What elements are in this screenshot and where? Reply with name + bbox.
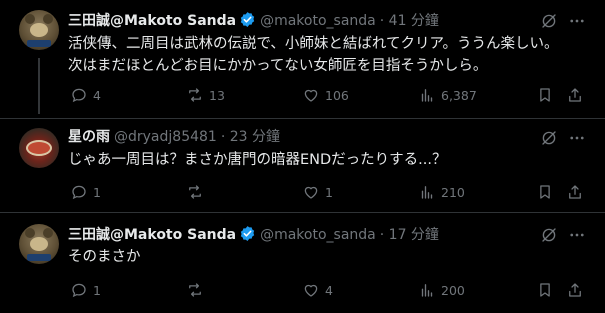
share-button[interactable]: [566, 182, 584, 202]
like-count: 106: [325, 87, 349, 103]
grok-icon[interactable]: [540, 129, 558, 147]
like-count: 1: [325, 184, 333, 200]
tweet-text: じゃあ一周目は？まさか唐門の暗器ENDだったりする...？: [68, 149, 447, 171]
share-icon: [569, 283, 581, 297]
bookmark-button[interactable]: [536, 182, 554, 202]
tweet[interactable]: 三田誠@Makoto Sanda @makoto_sanda · 17 分鐘 そのま…: [0, 212, 605, 313]
views-button[interactable]: 210: [418, 182, 465, 202]
bookmark-icon: [540, 283, 550, 297]
like-button[interactable]: 106: [302, 85, 349, 105]
tweet[interactable]: 三田誠@Makoto Sanda @makoto_sanda · 41 分鐘 活侠傳…: [0, 0, 605, 118]
grok-icon[interactable]: [540, 12, 558, 30]
repost-button[interactable]: 13: [186, 85, 225, 105]
reply-count: 1: [93, 282, 101, 298]
action-bar: 1 4 200: [68, 280, 588, 300]
reply-button[interactable]: 4: [70, 85, 101, 105]
author-handle[interactable]: @dryadj85481: [114, 129, 217, 145]
share-icon: [569, 88, 581, 102]
share-button[interactable]: [566, 85, 584, 105]
reply-button[interactable]: 1: [70, 280, 101, 300]
views-icon: [421, 284, 433, 297]
author-handle[interactable]: @makoto_sanda: [260, 227, 376, 243]
author-handle[interactable]: @makoto_sanda: [260, 13, 376, 29]
avatar[interactable]: [19, 224, 59, 264]
tweet-header: 三田誠@Makoto Sanda @makoto_sanda · 17 分鐘: [68, 225, 439, 244]
views-button[interactable]: 6,387: [418, 85, 477, 105]
reply-icon: [72, 185, 86, 200]
tweet-text: 活侠傳、二周目は武林の伝説で、小師妹と結ばれてクリア。ううん楽しい。 次はまだほ…: [68, 33, 559, 77]
timestamp[interactable]: · 23 分鐘: [221, 129, 280, 145]
repost-button[interactable]: [186, 280, 209, 300]
timestamp[interactable]: · 17 分鐘: [380, 227, 439, 243]
tweet-header: 星の雨 @dryadj85481 · 23 分鐘: [68, 128, 280, 146]
views-icon: [421, 89, 433, 102]
repost-button[interactable]: [186, 182, 209, 202]
author-name[interactable]: 三田誠@Makoto Sanda: [68, 13, 236, 29]
tweet-text-line: 次はまだほとんどお目にかかってない女師匠を目指そうかしら。: [68, 58, 488, 74]
avatar[interactable]: [19, 10, 59, 50]
action-bar: 4 13 106 6,387: [68, 85, 588, 105]
more-options-icon[interactable]: [568, 226, 586, 244]
tweet-header: 三田誠@Makoto Sanda @makoto_sanda · 41 分鐘: [68, 11, 439, 30]
tweet-text-line: じゃあ一周目は？まさか唐門の暗器ENDだったりする...？: [68, 152, 447, 168]
heart-icon: [304, 186, 318, 199]
like-count: 4: [325, 282, 333, 298]
verified-badge-icon: [240, 226, 255, 241]
bookmark-button[interactable]: [536, 85, 554, 105]
heart-icon: [304, 89, 318, 102]
heart-icon: [304, 284, 318, 297]
view-count: 210: [441, 184, 465, 200]
views-icon: [421, 186, 433, 199]
reply-icon: [72, 88, 86, 103]
more-options-icon[interactable]: [568, 129, 586, 147]
timestamp[interactable]: · 41 分鐘: [380, 13, 439, 29]
repost-count: 13: [209, 87, 225, 103]
reply-button[interactable]: 1: [70, 182, 101, 202]
reply-count: 1: [93, 184, 101, 200]
more-options-icon[interactable]: [568, 12, 586, 30]
tweet-text: そのまさか: [68, 246, 141, 268]
repost-icon: [189, 283, 201, 297]
views-button[interactable]: 200: [418, 280, 465, 300]
tweet[interactable]: 星の雨 @dryadj85481 · 23 分鐘 じゃあ一周目は？まさか唐門の暗器E…: [0, 118, 605, 213]
thread-line: [38, 58, 40, 114]
tweet-text-line: 活侠傳、二周目は武林の伝説で、小師妹と結ばれてクリア。ううん楽しい。: [68, 36, 559, 52]
repost-icon: [189, 185, 201, 199]
share-button[interactable]: [566, 280, 584, 300]
author-name[interactable]: 星の雨: [68, 129, 110, 145]
view-count: 200: [441, 282, 465, 298]
bookmark-icon: [540, 88, 550, 102]
grok-icon[interactable]: [540, 226, 558, 244]
bookmark-button[interactable]: [536, 280, 554, 300]
like-button[interactable]: 4: [302, 280, 333, 300]
reply-count: 4: [93, 87, 101, 103]
avatar[interactable]: [19, 128, 59, 168]
share-icon: [569, 185, 581, 199]
repost-icon: [189, 88, 201, 102]
reply-icon: [72, 283, 86, 298]
action-bar: 1 1 210: [68, 182, 588, 202]
verified-badge-icon: [240, 12, 255, 27]
like-button[interactable]: 1: [302, 182, 333, 202]
tweet-text-line: そのまさか: [68, 249, 141, 265]
view-count: 6,387: [441, 87, 477, 103]
bookmark-icon: [540, 185, 550, 199]
author-name[interactable]: 三田誠@Makoto Sanda: [68, 227, 236, 243]
